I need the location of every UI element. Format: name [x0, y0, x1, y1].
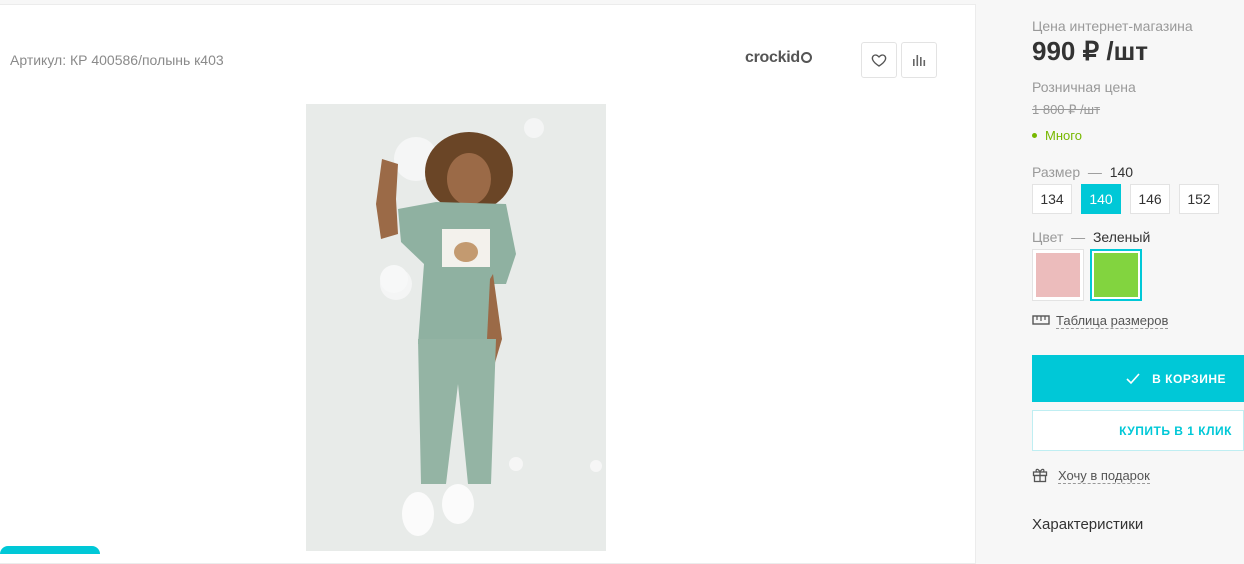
- product-price: 990 ₽ /шт: [1032, 36, 1148, 66]
- stock-dot-icon: [1032, 133, 1037, 138]
- size-row-label: Размер — 140: [1032, 164, 1134, 180]
- brand-logo[interactable]: crockid: [745, 49, 812, 67]
- size-option-146[interactable]: 146: [1130, 184, 1170, 214]
- color-row-label: Цвет — Зеленый: [1032, 229, 1151, 245]
- favorite-button[interactable]: [861, 42, 897, 78]
- color-swatch-green[interactable]: [1090, 249, 1142, 301]
- bar-chart-icon: [913, 55, 926, 66]
- retail-price: 1 800 ₽ /шт: [1032, 102, 1101, 117]
- size-table-link[interactable]: Таблица размеров: [1032, 313, 1169, 329]
- scroll-up-tab[interactable]: [0, 546, 100, 554]
- heart-icon: [871, 54, 887, 67]
- check-icon: [1126, 372, 1140, 384]
- compare-button[interactable]: [901, 42, 937, 78]
- size-option-152[interactable]: 152: [1179, 184, 1219, 214]
- stock-status: Много: [1032, 128, 1082, 143]
- retail-price-label: Розничная цена: [1032, 79, 1136, 95]
- online-price-label: Цена интернет-магазина: [1032, 18, 1193, 34]
- color-options: [1032, 249, 1142, 301]
- product-illustration: [306, 104, 606, 551]
- color-swatch-pink[interactable]: [1032, 249, 1084, 301]
- product-sku: Артикул: КР 400586/полынь к403: [10, 52, 224, 68]
- in-cart-button[interactable]: В КОРЗИНЕ: [1032, 355, 1244, 402]
- product-photo[interactable]: [306, 104, 606, 551]
- gift-icon: [1032, 468, 1048, 483]
- product-gallery-card: Артикул: КР 400586/полынь к403 crockid: [0, 4, 976, 564]
- buy-one-click-button[interactable]: КУПИТЬ В 1 КЛИК: [1032, 410, 1244, 451]
- gift-link[interactable]: Хочу в подарок: [1032, 467, 1150, 484]
- size-option-140[interactable]: 140: [1081, 184, 1121, 214]
- size-options: 134 140 146 152: [1032, 184, 1219, 214]
- ruler-icon: [1032, 315, 1050, 325]
- size-option-134[interactable]: 134: [1032, 184, 1072, 214]
- characteristics-heading[interactable]: Характеристики: [1032, 516, 1143, 533]
